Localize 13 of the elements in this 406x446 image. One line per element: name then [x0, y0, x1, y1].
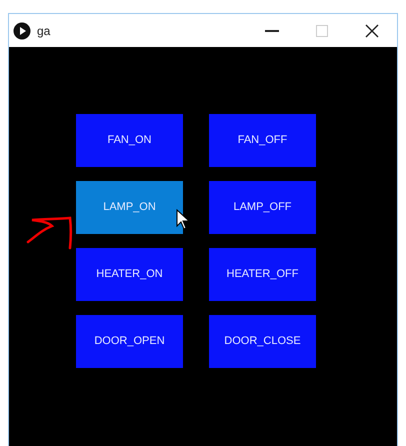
command-button[interactable]: FAN_ON	[76, 114, 183, 167]
command-button[interactable]: DOOR_CLOSE	[209, 315, 316, 368]
cursor-icon	[176, 209, 190, 231]
close-icon[interactable]	[365, 24, 379, 38]
minimize-icon[interactable]	[265, 30, 279, 32]
command-button[interactable]: HEATER_OFF	[209, 248, 316, 301]
command-button[interactable]: HEATER_ON	[76, 248, 183, 301]
command-button[interactable]: LAMP_ON	[76, 181, 183, 234]
window-title: ga	[37, 22, 50, 40]
command-button[interactable]: FAN_OFF	[209, 114, 316, 167]
command-button[interactable]: DOOR_OPEN	[76, 315, 183, 368]
app-icon	[13, 22, 31, 40]
command-button[interactable]: LAMP_OFF	[209, 181, 316, 234]
